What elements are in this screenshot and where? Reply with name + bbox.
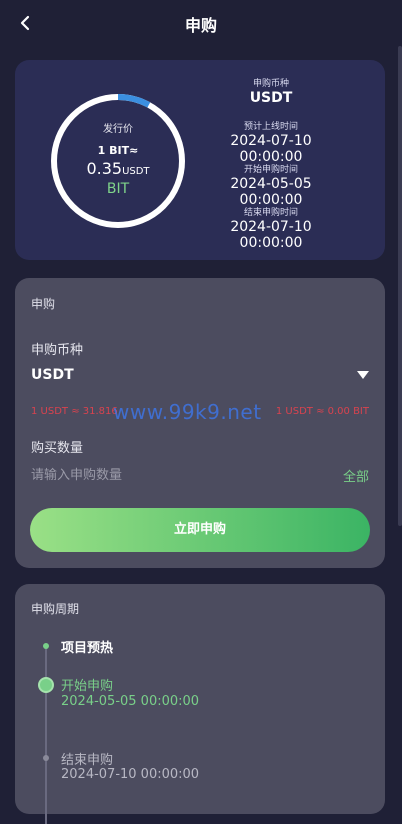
quantity-input[interactable] [31,464,311,486]
info-label: 预计上线时间 [243,122,298,132]
info-label: 申购币种 [252,79,289,89]
info-value: 2024-05-05 00:00:00 [230,176,312,208]
subscribe-button[interactable]: 立即申购 [30,508,370,552]
timeline-dot-active [38,677,54,693]
price-number: 0.35 [86,159,123,178]
watermark: www.99k9.net [113,400,262,424]
info-currency: 申购币种 USDT [197,76,345,106]
info-value: 2024-07-10 00:00:00 [230,219,312,251]
section-title: 申购 [31,297,56,311]
all-button[interactable]: 全部 [343,466,369,485]
section-title: 申购周期 [31,602,80,616]
timeline-line [45,644,47,824]
rate-text: 1 BIT≈ [97,144,139,157]
timeline-dot [43,643,49,649]
price-unit: USDT [122,166,150,177]
step-title: 开始申购 [61,679,114,694]
step-date: 2024-05-05 00:00:00 [61,694,200,709]
subscription-cycle-card: 申购周期 项目预热 开始申购 2024-05-05 00:00:00 结束申购 … [15,584,385,824]
page-title: 申购 [184,16,217,35]
scrollbar[interactable] [398,46,402,526]
subscription-info-card: 发行价 1 BIT≈ 0.35USDT BIT 申购币种 USDT 预计上线时间… [15,60,385,260]
issue-price-display: 发行价 1 BIT≈ 0.35USDT BIT [50,93,186,229]
subscribe-form-card: 申购 申购币种 USDT 1 USDT ≈ 31.816 1 USDT ≈ 0.… [15,278,385,568]
step-title: 项目预热 [61,641,114,656]
top-bar: 申购 [0,0,402,46]
price-value: 0.35USDT [50,159,186,178]
rate-left: 1 USDT ≈ 31.816 [31,406,118,417]
info-start-time: 开始申购时间 2024-05-05 00:00:00 [197,162,345,208]
info-value: 2024-07-10 00:00:00 [230,133,312,165]
step-date: 2024-07-10 00:00:00 [61,767,200,782]
caret-down-icon[interactable] [357,371,369,379]
quantity-label: 购买数量 [31,441,84,456]
info-label: 开始申购时间 [243,165,298,175]
info-launch-time: 预计上线时间 2024-07-10 00:00:00 [197,119,345,165]
info-label: 结束申购时间 [243,208,298,218]
step-title: 结束申购 [61,753,114,768]
info-value: USDT [249,90,293,106]
issue-price-label: 发行价 [103,124,133,135]
coin-name: BIT [106,181,130,197]
rate-right: 1 USDT ≈ 0.00 BIT [275,406,369,417]
timeline-dot [43,755,49,761]
currency-select-value[interactable]: USDT [31,367,74,383]
currency-label: 申购币种 [31,343,84,358]
info-end-time: 结束申购时间 2024-07-10 00:00:00 [197,205,345,251]
